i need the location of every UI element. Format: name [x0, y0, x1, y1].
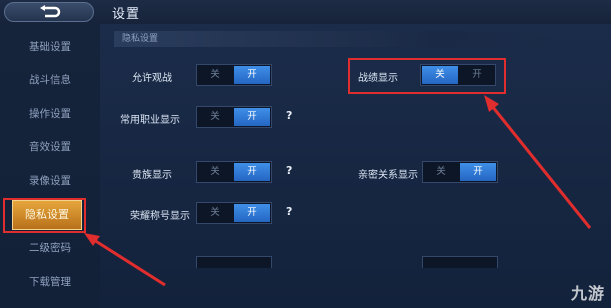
arrow-line — [490, 105, 592, 229]
watermark: 九游 — [570, 284, 605, 303]
arrow-head — [484, 95, 499, 112]
arrow-line — [93, 238, 166, 287]
annotation-arrows — [84, 95, 592, 287]
